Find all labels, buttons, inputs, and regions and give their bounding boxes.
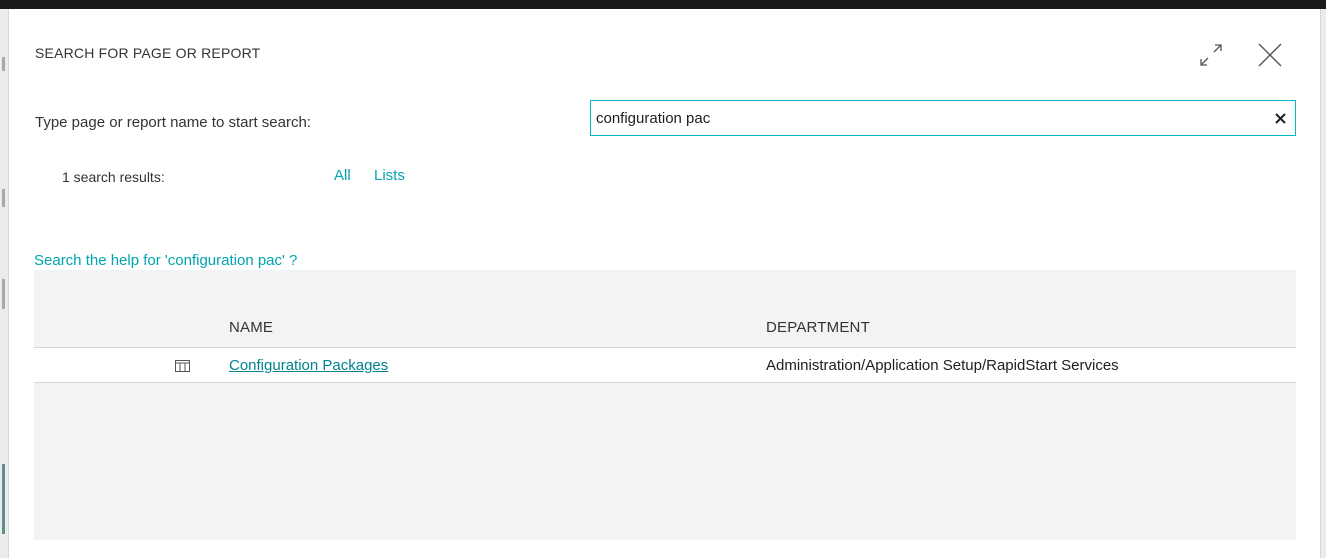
- background-page-edge: [0, 9, 9, 558]
- background-mark: [2, 189, 5, 207]
- results-panel: [34, 270, 1296, 540]
- close-button[interactable]: [1252, 37, 1288, 73]
- background-mark: [2, 279, 5, 309]
- dialog-title: SEARCH FOR PAGE OR REPORT: [35, 45, 261, 61]
- background-page-edge-right: [1320, 9, 1326, 558]
- clear-search-button[interactable]: [1271, 109, 1289, 127]
- column-header-department[interactable]: DEPARTMENT: [766, 319, 870, 336]
- search-input[interactable]: [596, 101, 1256, 135]
- background-mark: [2, 464, 5, 534]
- column-header-name[interactable]: NAME: [229, 319, 273, 336]
- close-icon: [1258, 43, 1282, 67]
- result-count: 1 search results:: [62, 169, 165, 185]
- expand-button[interactable]: [1193, 37, 1229, 73]
- clear-x-icon: [1274, 112, 1286, 124]
- window-top-bar: [0, 0, 1326, 9]
- list-page-icon: [175, 360, 190, 372]
- table-row[interactable]: Configuration Packages Administration/Ap…: [34, 347, 1296, 383]
- filter-all[interactable]: All: [334, 167, 351, 184]
- result-name-link[interactable]: Configuration Packages: [229, 357, 388, 374]
- background-mark: [2, 57, 5, 71]
- search-help-link[interactable]: Search the help for 'configuration pac' …: [34, 252, 297, 269]
- result-department: Administration/Application Setup/RapidSt…: [766, 357, 1119, 374]
- search-label: Type page or report name to start search…: [35, 114, 311, 131]
- expand-diagonal-icon: [1200, 44, 1222, 66]
- filter-lists[interactable]: Lists: [374, 167, 405, 184]
- search-dialog: SEARCH FOR PAGE OR REPORT Type page or r…: [9, 9, 1320, 558]
- search-box[interactable]: [590, 100, 1296, 136]
